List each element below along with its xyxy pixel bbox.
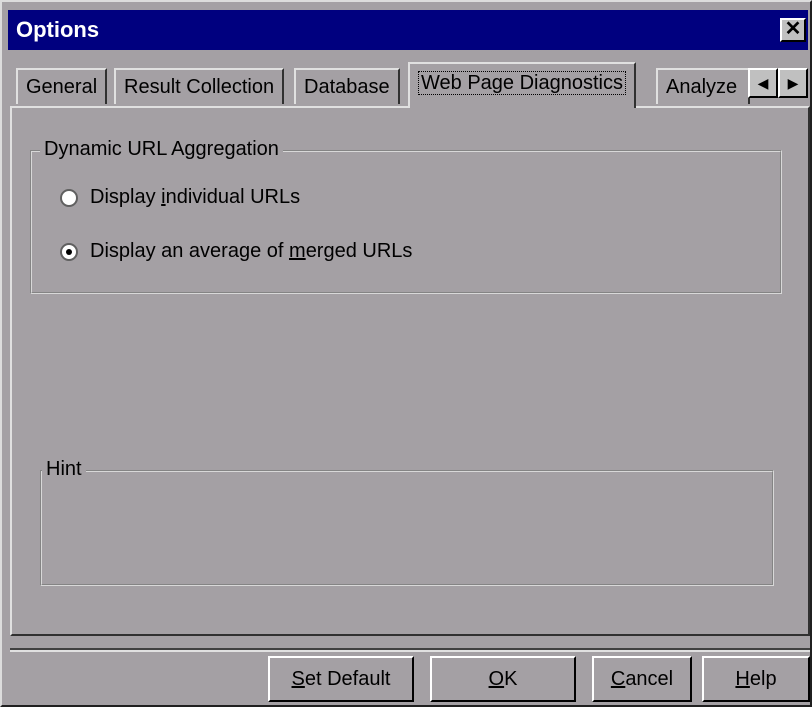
tab-web-page-diagnostics[interactable]: Web Page Diagnostics — [408, 62, 636, 108]
tab-scroll-left-button[interactable]: ◀ — [748, 68, 778, 98]
tab-general[interactable]: General — [16, 68, 108, 104]
tab-panel: Dynamic URL Aggregation Display individu… — [10, 106, 810, 636]
options-dialog: Options ✕ General Result Collection Data… — [0, 0, 812, 707]
radio-label: Display individual URLs — [90, 186, 301, 208]
ok-button[interactable]: OK — [430, 656, 576, 702]
triangle-right-icon: ▶ — [787, 75, 799, 91]
tab-label: Web Page Diagnostics — [418, 71, 626, 95]
radio-button-checked[interactable] — [60, 242, 78, 261]
radio-button-unchecked[interactable] — [60, 188, 78, 207]
divider — [10, 648, 810, 652]
group-legend: Hint — [42, 458, 86, 481]
group-legend: Dynamic URL Aggregation — [40, 138, 283, 161]
close-button[interactable]: ✕ — [780, 18, 806, 42]
tab-label: Analyze — [666, 76, 738, 98]
tab-result-collection[interactable]: Result Collection — [114, 68, 285, 104]
tab-label: Result Collection — [124, 76, 275, 98]
tab-analyze[interactable]: Analyze — [656, 68, 750, 104]
triangle-left-icon: ◀ — [757, 75, 769, 91]
close-icon: ✕ — [784, 18, 802, 40]
hint-group: Hint — [40, 458, 774, 586]
tab-label: General — [26, 76, 98, 98]
radio-display-average-merged-urls[interactable]: Display an average of merged URLs — [60, 240, 412, 263]
radio-label: Display an average of merged URLs — [90, 240, 413, 262]
title-bar[interactable]: Options ✕ — [8, 10, 808, 50]
radio-display-individual-urls[interactable]: Display individual URLs — [60, 186, 300, 209]
help-button[interactable]: Help — [702, 656, 810, 702]
cancel-button[interactable]: Cancel — [592, 656, 692, 702]
dynamic-url-aggregation-group: Dynamic URL Aggregation Display individu… — [30, 138, 782, 294]
set-default-button[interactable]: Set Default — [268, 656, 414, 702]
tab-database[interactable]: Database — [294, 68, 400, 104]
tab-scroll-right-button[interactable]: ▶ — [778, 68, 808, 98]
window-title: Options — [16, 17, 100, 42]
tab-label: Database — [304, 76, 390, 98]
